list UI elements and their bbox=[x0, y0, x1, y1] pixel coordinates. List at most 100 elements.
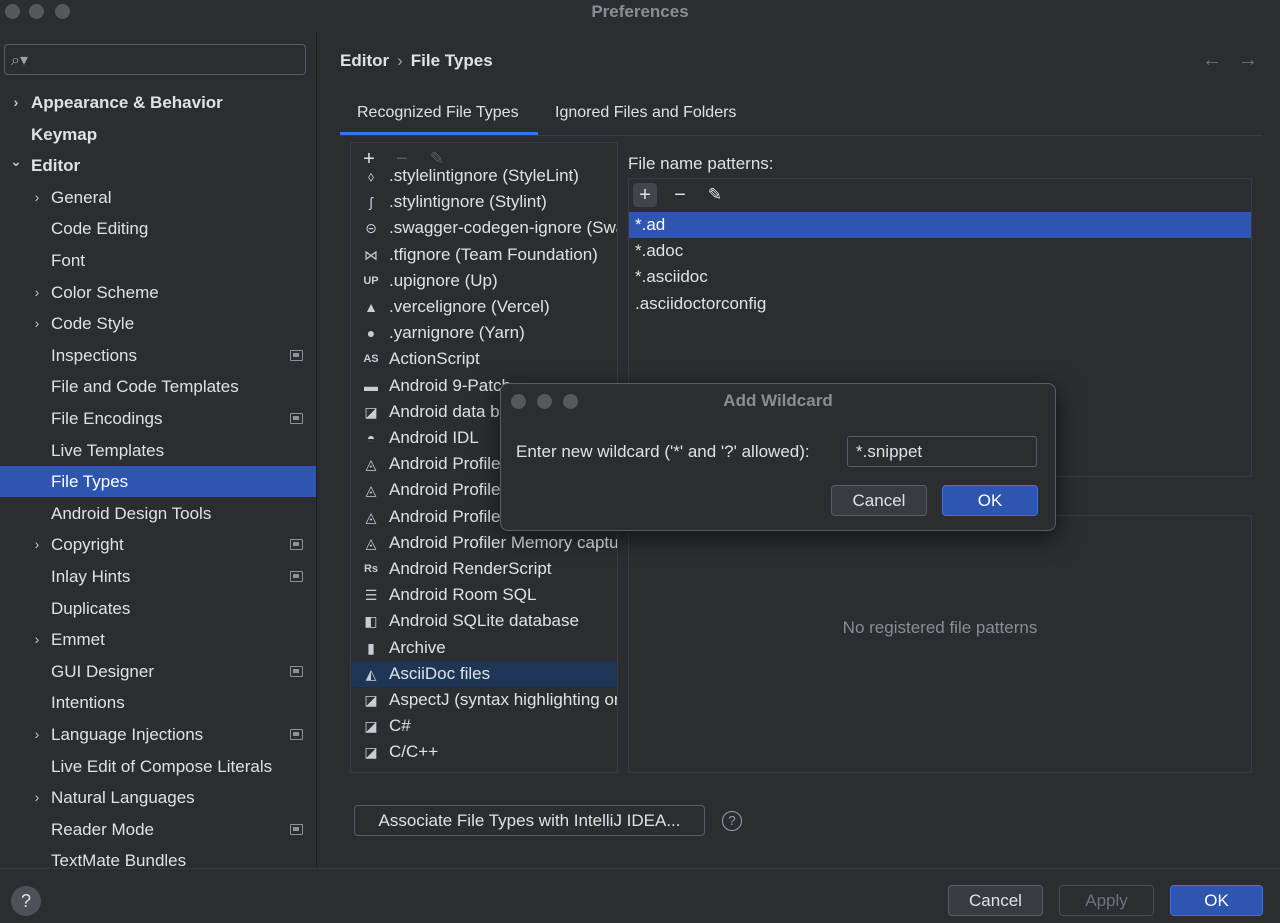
sidebar-item-label: Android Design Tools bbox=[51, 503, 212, 523]
file-type-item[interactable]: ◪ AspectJ (syntax highlighting only) bbox=[351, 687, 617, 713]
wildcard-label: Enter new wildcard ('*' and '?' allowed)… bbox=[516, 442, 810, 461]
sidebar-item-natural-languages[interactable]: › Natural Languages bbox=[0, 782, 316, 813]
project-scope-icon bbox=[290, 665, 303, 677]
sidebar-item-live-templates[interactable]: Live Templates bbox=[0, 435, 316, 466]
sidebar-item-file-encodings[interactable]: File Encodings bbox=[0, 403, 316, 434]
sidebar-item-font[interactable]: Font bbox=[0, 245, 316, 276]
sidebar-item-file-types[interactable]: File Types bbox=[0, 466, 316, 498]
sidebar-item-label: Keymap bbox=[31, 124, 98, 144]
file-type-item[interactable]: AS ActionScript bbox=[351, 346, 617, 372]
sidebar-item-textmate-bundles[interactable]: TextMate Bundles bbox=[0, 845, 316, 868]
file-type-item[interactable]: ◪ C/C++ bbox=[351, 739, 617, 765]
help-icon[interactable]: ? bbox=[722, 811, 742, 831]
file-type-item[interactable]: ⬨ .stylelintignore (StyleLint) bbox=[351, 163, 617, 189]
sidebar-item-keymap[interactable]: Keymap bbox=[0, 119, 316, 150]
breadcrumb-parent[interactable]: Editor bbox=[340, 51, 389, 70]
associate-file-types-button[interactable]: Associate File Types with IntelliJ IDEA.… bbox=[354, 805, 705, 836]
sidebar-item-label: Font bbox=[51, 251, 86, 270]
edit-pattern-button[interactable]: ✎ bbox=[703, 183, 727, 207]
file-type-item[interactable]: ● .yarnignore (Yarn) bbox=[351, 320, 617, 346]
file-type-item[interactable]: ▲ .vercelignore (Vercel) bbox=[351, 294, 617, 320]
file-type-item[interactable]: Rs Android RenderScript bbox=[351, 556, 617, 582]
file-type-label: .vercelignore (Vercel) bbox=[389, 297, 550, 316]
tab-recognized-file-types[interactable]: Recognized File Types bbox=[357, 104, 519, 122]
file-type-label: Android Profiler bbox=[389, 506, 507, 526]
sidebar-item-language-injections[interactable]: › Language Injections bbox=[0, 719, 316, 750]
dialog-ok-button[interactable]: OK bbox=[942, 485, 1038, 516]
sidebar-item-emmet[interactable]: › Emmet bbox=[0, 624, 316, 655]
chevron-right-icon[interactable]: › bbox=[9, 87, 23, 118]
forward-arrow-icon[interactable]: → bbox=[1238, 49, 1258, 72]
sidebar-item-duplicates[interactable]: Duplicates bbox=[0, 593, 316, 624]
chevron-down-icon[interactable]: ⌄ bbox=[9, 146, 23, 177]
android-data-icon: ◪ bbox=[364, 403, 378, 420]
file-type-label: .stylintignore (Stylint) bbox=[389, 192, 547, 212]
sidebar-item-color-scheme[interactable]: › Color Scheme bbox=[0, 277, 316, 308]
pattern-item[interactable]: .asciidoctorconfig bbox=[629, 291, 1251, 317]
sidebar-item-code-style[interactable]: › Code Style bbox=[0, 308, 316, 339]
dialog-cancel-button[interactable]: Cancel bbox=[831, 485, 927, 516]
sqlite-icon: ◧ bbox=[364, 613, 378, 630]
file-type-item[interactable]: ◭ AsciiDoc files bbox=[351, 660, 617, 687]
sidebar-item-intentions[interactable]: Intentions bbox=[0, 687, 316, 718]
file-type-item[interactable]: ◬ Android Profiler Memory capture bbox=[351, 530, 617, 556]
help-button[interactable]: ? bbox=[11, 886, 41, 916]
sidebar-item-editor[interactable]: ⌄ Editor bbox=[0, 150, 316, 181]
file-type-item[interactable]: ⊝ .swagger-codegen-ignore (Swagger) bbox=[351, 215, 617, 241]
back-arrow-icon[interactable]: ← bbox=[1202, 49, 1222, 72]
sidebar-item-inspections[interactable]: Inspections bbox=[0, 340, 316, 371]
chevron-right-icon[interactable]: › bbox=[30, 308, 44, 339]
sidebar-item-live-edit-of-compose-literals[interactable]: Live Edit of Compose Literals bbox=[0, 751, 316, 782]
sidebar-item-inlay-hints[interactable]: Inlay Hints bbox=[0, 561, 316, 592]
file-type-item[interactable]: ◧ Android SQLite database bbox=[351, 608, 617, 634]
chevron-right-icon[interactable]: › bbox=[30, 182, 44, 213]
file-type-item[interactable]: UP .upignore (Up) bbox=[351, 268, 617, 294]
project-scope-icon bbox=[290, 539, 303, 551]
settings-search-input[interactable]: ⌕▾ bbox=[4, 44, 306, 75]
chevron-right-icon[interactable]: › bbox=[30, 529, 44, 560]
hashbang-patterns-list[interactable]: No registered file patterns bbox=[628, 515, 1252, 773]
pattern-item[interactable]: *.asciidoc bbox=[629, 264, 1251, 290]
sidebar-item-general[interactable]: › General bbox=[0, 182, 316, 213]
sidebar-item-file-and-code-templates[interactable]: File and Code Templates bbox=[0, 371, 316, 402]
project-scope-icon bbox=[290, 729, 303, 740]
sidebar-item-label: Editor bbox=[31, 156, 81, 176]
sidebar-item-appearance-behavior[interactable]: › Appearance & Behavior bbox=[0, 87, 316, 118]
sidebar-item-code-editing[interactable]: Code Editing bbox=[0, 213, 316, 244]
sidebar-item-reader-mode[interactable]: Reader Mode bbox=[0, 814, 316, 845]
chevron-right-icon[interactable]: › bbox=[30, 624, 44, 655]
sidebar-item-label: Emmet bbox=[51, 630, 105, 650]
active-tab-indicator bbox=[340, 132, 538, 135]
sidebar-item-copyright[interactable]: › Copyright bbox=[0, 529, 316, 560]
sidebar-item-gui-designer[interactable]: GUI Designer bbox=[0, 656, 316, 687]
stylint-icon: ʃ bbox=[369, 194, 373, 211]
file-type-item[interactable]: ⋈ .tfignore (Team Foundation) bbox=[351, 242, 617, 268]
pattern-item[interactable]: *.ad bbox=[629, 212, 1251, 238]
sidebar-item-android-design-tools[interactable]: Android Design Tools bbox=[0, 498, 316, 529]
project-scope-icon bbox=[290, 349, 303, 361]
remove-pattern-button[interactable]: − bbox=[668, 183, 692, 207]
breadcrumb-current: File Types bbox=[410, 51, 493, 70]
apply-button[interactable]: Apply bbox=[1059, 885, 1154, 916]
add-pattern-button[interactable]: + bbox=[633, 183, 657, 207]
sidebar-item-label: Live Edit of Compose Literals bbox=[51, 756, 273, 776]
file-type-item[interactable]: ◪ C# bbox=[351, 713, 617, 739]
file-type-label: AsciiDoc files bbox=[389, 663, 491, 683]
tab-ignored-files[interactable]: Ignored Files and Folders bbox=[555, 104, 736, 122]
sidebar-item-label: Inspections bbox=[51, 345, 137, 365]
pattern-item[interactable]: *.adoc bbox=[629, 238, 1251, 264]
file-type-item[interactable]: ʃ .stylintignore (Stylint) bbox=[351, 189, 617, 215]
chevron-right-icon[interactable]: › bbox=[30, 719, 44, 750]
file-type-label: C# bbox=[389, 716, 411, 736]
cancel-button[interactable]: Cancel bbox=[948, 885, 1043, 916]
wildcard-input[interactable] bbox=[847, 436, 1037, 467]
chevron-right-icon[interactable]: › bbox=[30, 782, 44, 813]
file-type-item[interactable]: ☰ Android Room SQL bbox=[351, 582, 617, 608]
file-type-item[interactable]: ▮ Archive bbox=[351, 635, 617, 661]
file-type-label: C/C++ bbox=[389, 742, 439, 762]
stylelint-icon: ⬨ bbox=[367, 168, 375, 184]
tfs-icon: ⋈ bbox=[364, 246, 378, 263]
project-scope-icon bbox=[290, 823, 303, 835]
chevron-right-icon[interactable]: › bbox=[30, 277, 44, 308]
ok-button[interactable]: OK bbox=[1170, 885, 1263, 916]
